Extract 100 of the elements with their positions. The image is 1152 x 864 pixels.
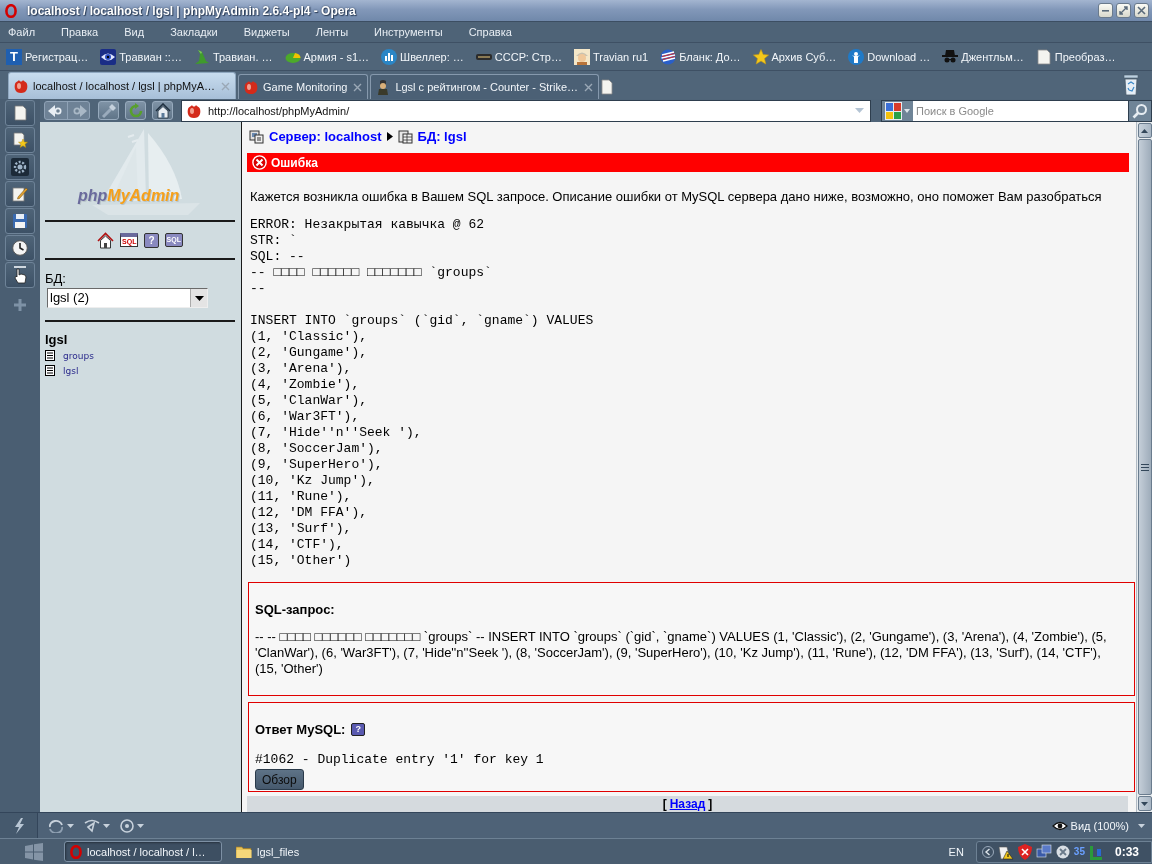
gauge-icon[interactable] — [120, 818, 134, 833]
menu-item[interactable]: Справка — [460, 26, 520, 38]
bookmark-item[interactable]: Архив Суб… — [752, 48, 837, 65]
table-link[interactable]: groups — [45, 350, 94, 361]
bookmark-item[interactable]: Преобраз… — [1035, 48, 1116, 65]
restore-button[interactable] — [1116, 3, 1131, 18]
shield-icon[interactable] — [1017, 843, 1032, 860]
trash-icon[interactable] — [1122, 74, 1140, 96]
tray-counter[interactable]: 35 — [1073, 846, 1085, 857]
panel-toggle-button[interactable] — [0, 813, 38, 838]
search-button[interactable] — [1128, 99, 1152, 122]
server-icon — [249, 129, 264, 144]
panel-button[interactable] — [5, 127, 35, 153]
code-line: STR: ` — [250, 233, 298, 249]
down-arrow-icon — [1141, 801, 1148, 806]
browse-button[interactable]: Обзор — [255, 769, 304, 790]
clock-icon[interactable] — [12, 240, 28, 256]
wand-button[interactable] — [98, 101, 119, 120]
caret-icon[interactable] — [67, 823, 74, 828]
browser-tab[interactable]: Game Monitoring — [238, 74, 369, 99]
taskbar-button[interactable]: lgsl_files — [230, 841, 306, 862]
floppy-icon[interactable] — [12, 213, 28, 229]
note-pencil-icon[interactable] — [12, 186, 28, 202]
code-line: (4, 'Zombie'), — [250, 377, 361, 393]
panel-button[interactable] — [5, 208, 35, 234]
home-icon[interactable] — [97, 231, 115, 249]
bookmark-item[interactable]: СССР: Стр… — [475, 48, 562, 65]
caret-icon[interactable] — [137, 823, 144, 828]
caret-icon[interactable] — [1138, 823, 1145, 828]
bookmark-item[interactable]: Бланк: До… — [660, 48, 741, 65]
bookmark-item[interactable]: Травиан ::… — [100, 48, 182, 65]
hand-cursor-icon[interactable] — [12, 266, 28, 284]
taskbar-button[interactable]: localhost / localhost / l… — [64, 841, 222, 862]
table-link[interactable]: lgsl — [45, 365, 79, 376]
star-icon — [752, 48, 769, 65]
new-tab-icon[interactable] — [601, 79, 614, 95]
code-line: -- □□□□ □□□□□□ □□□□□□□ `groups` — [250, 265, 492, 281]
panel-button[interactable] — [5, 154, 35, 180]
panel-button[interactable] — [5, 262, 35, 288]
bar-chart-icon — [381, 48, 398, 65]
arrow-icon — [386, 132, 393, 141]
response-text: #1062 - Duplicate entry '1' for key 1 — [255, 752, 544, 768]
help-link[interactable]: ? — [351, 723, 365, 736]
menu-item[interactable]: Вид — [116, 26, 153, 38]
code-line: (2, 'Gungame'), — [250, 345, 369, 361]
bookmark-item[interactable]: Travian ru1 — [573, 48, 649, 65]
panel-button[interactable] — [5, 235, 35, 261]
page-star-icon[interactable] — [12, 132, 28, 148]
menu-item[interactable]: Закладки — [162, 26, 226, 38]
language-indicator[interactable]: EN — [948, 845, 964, 858]
menu-item[interactable]: Правка — [53, 26, 107, 38]
bookmark-item[interactable]: Армия - s1… — [284, 48, 370, 65]
dropdown-caret-icon[interactable] — [194, 295, 204, 301]
help-link[interactable]: ? — [144, 232, 159, 248]
scroll-down-button[interactable] — [1137, 796, 1152, 811]
close-button[interactable] — [1134, 3, 1149, 18]
search-field[interactable]: Поиск в Google — [913, 99, 1128, 122]
browser-tab[interactable]: localhost / localhost / lgsl | phpMyA… — [8, 72, 236, 99]
expand-tray-icon[interactable] — [981, 845, 994, 858]
code-line: (10, 'Kz Jump'), — [250, 473, 376, 489]
search-engine-button[interactable] — [881, 99, 913, 122]
scroll-up-button[interactable] — [1137, 123, 1152, 138]
bookmark-item[interactable]: Травиан. … — [193, 48, 273, 65]
close-tab-icon[interactable] — [353, 82, 363, 92]
x-circle-icon[interactable] — [1055, 844, 1070, 859]
error-title: Ошибка — [271, 155, 318, 170]
code-line: INSERT INTO `groups` (`gid`, `gname`) VALUES — [250, 313, 594, 329]
bookmark-item[interactable]: Швеллер: … — [381, 48, 464, 65]
antenna-icon[interactable] — [84, 818, 100, 833]
close-tab-icon[interactable] — [584, 82, 594, 92]
bookmark-item[interactable]: Download … — [848, 48, 931, 65]
breadcrumb-link[interactable]: Сервер: localhost — [269, 129, 382, 144]
caret-icon[interactable] — [103, 823, 110, 828]
panel-button[interactable] — [5, 181, 35, 207]
code-line: (7, 'Hide''n''Seek '), — [250, 425, 423, 441]
panel-button[interactable] — [5, 100, 35, 126]
zoom-control[interactable]: Вид (100%) — [1051, 819, 1129, 832]
warning-icon[interactable] — [997, 843, 1014, 860]
page-icon[interactable] — [12, 105, 28, 121]
db-label: БД: — [45, 271, 66, 286]
menu-item[interactable]: Файл — [0, 26, 44, 38]
menu-item[interactable]: Ленты — [307, 26, 357, 38]
bracket-text: [ — [662, 797, 667, 811]
db-name-link[interactable]: lgsl — [45, 332, 68, 347]
browser-tab[interactable]: Lgsl с рейтингом - Counter - Strike… — [370, 74, 600, 99]
menu-item[interactable]: Инструменты — [366, 26, 451, 38]
db-select[interactable]: lgsl (2) — [47, 288, 208, 308]
home-button[interactable] — [152, 101, 173, 120]
address-field[interactable]: http://localhost/phpMyAdmin/ — [181, 99, 871, 122]
back-link[interactable]: Назад — [669, 797, 706, 811]
code-line: (15, 'Other') — [250, 553, 353, 569]
app-logo[interactable]: phpMyAdmin — [72, 125, 202, 220]
breadcrumb-link[interactable]: БД: lgsl — [417, 129, 467, 144]
menu-item[interactable]: Виджеты — [235, 26, 298, 38]
bookmark-item[interactable]: T Регистрац… — [6, 48, 89, 65]
minimize-button[interactable] — [1098, 3, 1113, 18]
bookmark-item[interactable]: Джентльм… — [942, 48, 1024, 65]
gear-icon[interactable] — [11, 158, 29, 176]
start-icon[interactable] — [24, 842, 44, 861]
cycle-icon[interactable] — [48, 818, 64, 833]
